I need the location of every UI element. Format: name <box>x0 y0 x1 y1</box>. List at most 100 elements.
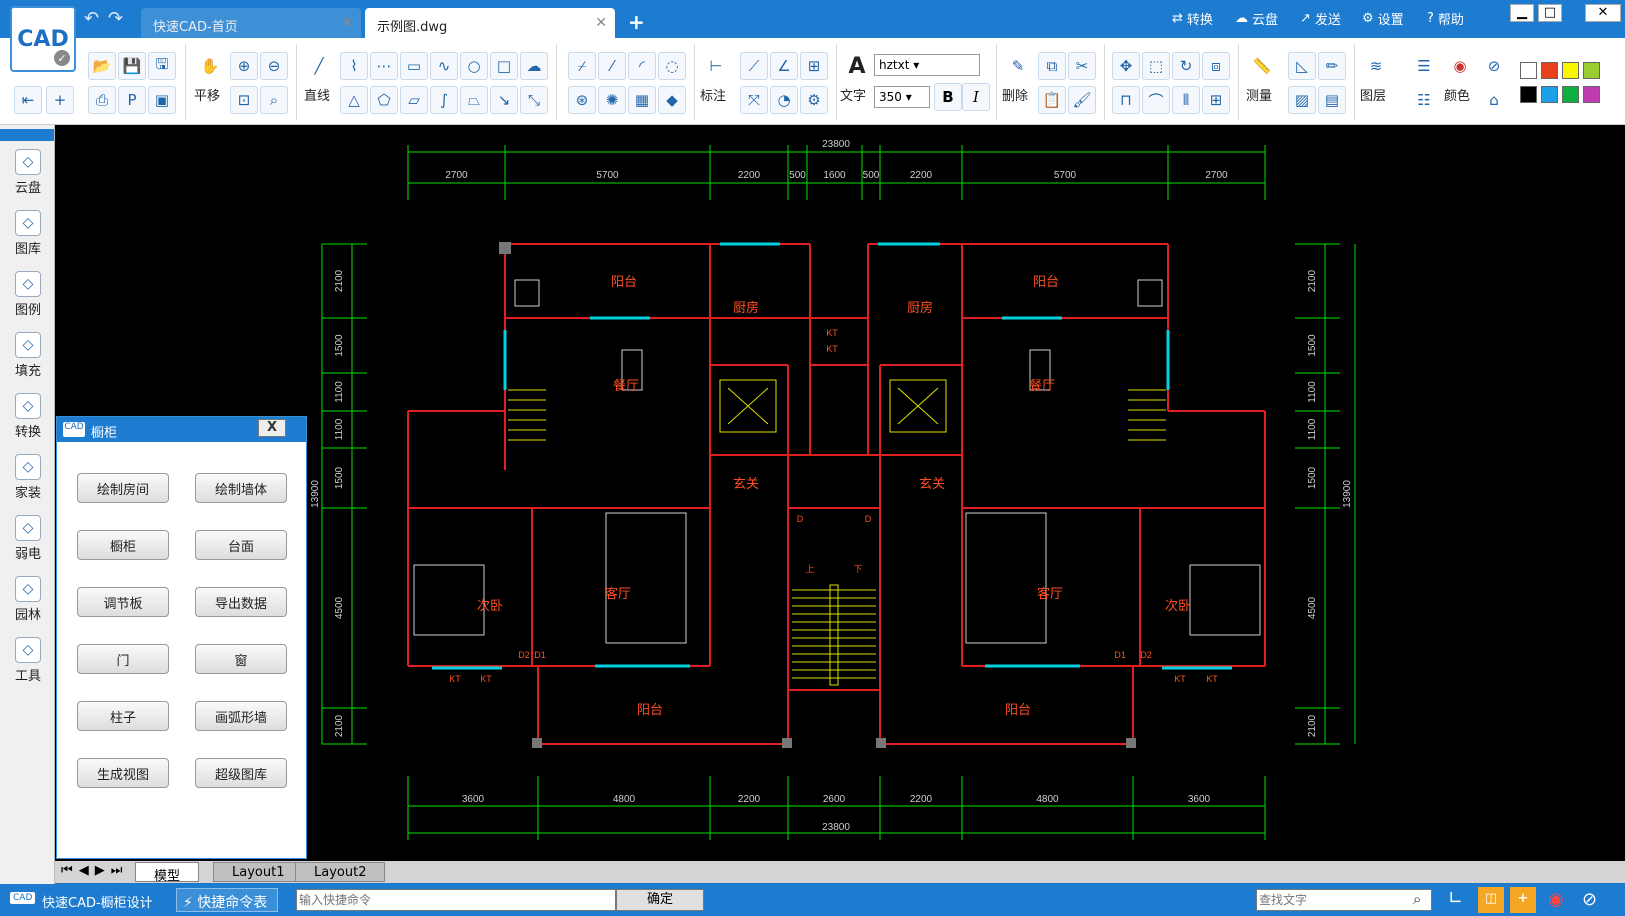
fill-icon[interactable]: ◆ <box>658 86 686 114</box>
aligned-dim-icon[interactable]: ⟋ <box>740 52 768 80</box>
delete-label[interactable]: 删除 <box>1002 85 1028 104</box>
sidebar-item[interactable]: ◇ 图库 <box>8 210 48 257</box>
send-button[interactable]: ↗ 发送 <box>1300 9 1341 28</box>
paste-icon[interactable]: 📋 <box>1038 86 1066 114</box>
block-icon[interactable]: ▤ <box>1318 86 1346 114</box>
save-icon[interactable]: 💾 <box>118 52 146 80</box>
gear-dim-icon[interactable]: ⚙ <box>800 86 828 114</box>
color-swatch[interactable] <box>1541 62 1558 79</box>
panel-button[interactable]: 导出数据 <box>195 587 287 617</box>
panel-button[interactable]: 调节板 <box>77 587 169 617</box>
tab-model[interactable]: 模型 <box>135 862 200 884</box>
new-file-icon[interactable]: + <box>46 86 74 114</box>
panel-button[interactable]: 窗 <box>195 644 287 674</box>
sidebar-item[interactable]: ◇ 图例 <box>8 271 48 318</box>
panel-close-button[interactable]: X <box>258 419 286 437</box>
tab-home[interactable]: 快速CAD-首页 ✕ <box>141 8 361 38</box>
grid-toggle-icon[interactable]: ◫ <box>1478 887 1504 913</box>
search-icon[interactable]: ⌕ <box>1413 890 1421 908</box>
offset-icon[interactable]: ⧈ <box>1202 52 1230 80</box>
move-icon[interactable]: ✥ <box>1112 52 1140 80</box>
new-tab-button[interactable]: + <box>628 10 645 34</box>
dimension-icon[interactable]: ⊢ <box>702 52 730 80</box>
color-swatch[interactable] <box>1520 62 1537 79</box>
save-as-icon[interactable]: 🖫 <box>148 52 176 80</box>
undo-icon[interactable]: ↶ <box>84 8 99 29</box>
tab-layout2[interactable]: Layout2 <box>295 862 386 882</box>
zoom-extent-icon[interactable]: ⌕ <box>260 86 288 114</box>
zoom-out-icon[interactable]: ⊖ <box>260 52 288 80</box>
panel-button[interactable]: 橱柜 <box>77 530 169 560</box>
print-icon[interactable]: ⎙ <box>88 86 116 114</box>
panel-button[interactable]: 绘制墙体 <box>195 473 287 503</box>
triangle-icon[interactable]: △ <box>340 86 368 114</box>
orbit-icon[interactable]: ⊘ <box>1582 889 1597 910</box>
lineweight-icon[interactable]: ☰ <box>1410 52 1438 80</box>
continue-dim-icon[interactable]: ⊞ <box>800 52 828 80</box>
color-swatch[interactable] <box>1583 86 1600 103</box>
rect-line-icon[interactable]: ▭ <box>400 52 428 80</box>
layers-icon[interactable]: ≋ <box>1362 52 1390 80</box>
hatch-icon[interactable]: ▦ <box>628 86 656 114</box>
layout-nav-icon[interactable]: ⏮◀▶⏭ <box>61 863 128 878</box>
panel-button[interactable]: 门 <box>77 644 169 674</box>
scale-icon[interactable]: ⬚ <box>1142 52 1170 80</box>
back-icon[interactable]: ⇤ <box>14 86 42 114</box>
maximize-button[interactable]: □ <box>1538 4 1562 22</box>
settings-button[interactable]: ⚙ 设置 <box>1362 9 1404 28</box>
search-text-input[interactable] <box>1256 889 1432 911</box>
help-button[interactable]: ? 帮助 <box>1427 9 1464 28</box>
pan-label[interactable]: 平移 <box>194 85 220 104</box>
close-tab-icon[interactable]: ✕ <box>595 15 607 31</box>
pan-icon[interactable]: ✋ <box>196 52 224 80</box>
ray-icon[interactable]: ⤡ <box>520 86 548 114</box>
image-insert-icon[interactable]: ▨ <box>1288 86 1316 114</box>
revcloud-icon[interactable]: ✺ <box>598 86 626 114</box>
command-table-button[interactable]: ⚡ 快捷命令表 <box>176 888 278 912</box>
color-swatch[interactable] <box>1562 86 1579 103</box>
text-label[interactable]: 文字 <box>840 85 866 104</box>
command-input[interactable] <box>296 889 616 911</box>
open-icon[interactable]: 📂 <box>88 52 116 80</box>
color-swatch[interactable] <box>1562 62 1579 79</box>
font-select[interactable]: hztxt ▾ <box>874 54 980 76</box>
text-size-select[interactable]: 350 ▾ <box>874 86 930 108</box>
ellipse-arc-icon[interactable]: ◌ <box>658 52 686 80</box>
rectangle-icon[interactable]: □ <box>490 52 518 80</box>
dimension-label[interactable]: 标注 <box>700 85 726 104</box>
fillet-icon[interactable]: ⌒ <box>1142 86 1170 114</box>
cut-icon[interactable]: ✂ <box>1068 52 1096 80</box>
cloud-line-icon[interactable]: ☁ <box>520 52 548 80</box>
spline-icon[interactable]: ∿ <box>430 52 458 80</box>
array-icon[interactable]: ⊞ <box>1202 86 1230 114</box>
tab-layout1[interactable]: Layout1 <box>213 862 304 882</box>
measure-label[interactable]: 测量 <box>1246 85 1272 104</box>
pentagon-icon[interactable]: ⬠ <box>370 86 398 114</box>
cloud-button[interactable]: ☁ 云盘 <box>1235 9 1278 28</box>
panel-button[interactable]: 绘制房间 <box>77 473 169 503</box>
angle-dim-icon[interactable]: ∠ <box>770 52 798 80</box>
panel-button[interactable]: 生成视图 <box>77 758 169 788</box>
layer-lock-icon[interactable]: ⌂ <box>1480 86 1508 114</box>
panel-button[interactable]: 台面 <box>195 530 287 560</box>
polygon-circle-icon[interactable]: ⊛ <box>568 86 596 114</box>
linetype-icon[interactable]: ☷ <box>1410 86 1438 114</box>
redo-icon[interactable]: ↷ <box>108 8 123 29</box>
color-swatch[interactable] <box>1541 86 1558 103</box>
italic-button[interactable]: I <box>962 83 990 111</box>
close-window-button[interactable]: ✕ <box>1585 4 1621 22</box>
sidebar-item[interactable]: ◇ 云盘 <box>8 149 48 196</box>
format-brush-icon[interactable]: 🖌 <box>1068 86 1096 114</box>
dashed-line-icon[interactable]: ⌿ <box>568 52 596 80</box>
sidebar-item[interactable]: ◇ 弱电 <box>8 515 48 562</box>
rotate-icon[interactable]: ↻ <box>1172 52 1200 80</box>
line-label[interactable]: 直线 <box>304 85 330 104</box>
center-line-icon[interactable]: ⁄ <box>598 52 626 80</box>
layer-label[interactable]: 图层 <box>1360 85 1386 104</box>
curve-icon[interactable]: ∫ <box>430 86 458 114</box>
sidebar-item[interactable]: ◇ 园林 <box>8 576 48 623</box>
color-label[interactable]: 颜色 <box>1444 85 1470 104</box>
panel-button[interactable]: 超级图库 <box>195 758 287 788</box>
arrow-line-icon[interactable]: ↘ <box>490 86 518 114</box>
tab-drawing[interactable]: 示例图.dwg ✕ <box>365 8 615 38</box>
